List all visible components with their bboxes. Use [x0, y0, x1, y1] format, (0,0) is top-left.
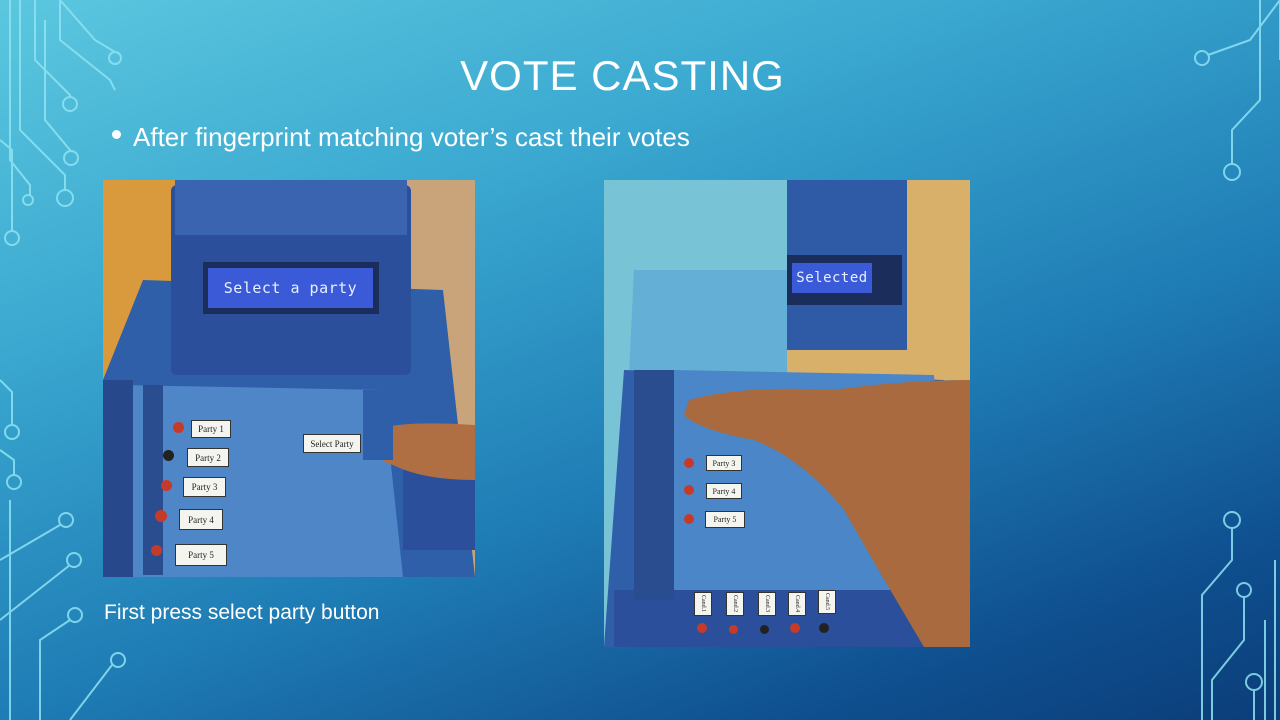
party-label-3: Party 3 — [183, 477, 226, 497]
party-5-button — [151, 545, 162, 556]
party-4-button — [684, 485, 694, 495]
candidate-label-3: Cand.3 — [758, 592, 776, 616]
party-label-5: Party 5 — [705, 511, 745, 528]
photo-caption: First press select party button — [104, 601, 380, 624]
photo-select-party: Select a party Party 1 Party 2 Party 3 P… — [103, 180, 475, 577]
party-3-button — [161, 480, 172, 491]
bullet-item: After fingerprint matching voter’s cast … — [112, 122, 690, 153]
select-party-label: Select Party — [303, 434, 361, 453]
party-label-2: Party 2 — [187, 448, 229, 467]
candidate-label-2: Cand.2 — [726, 592, 744, 616]
candidate-button-4 — [790, 623, 800, 633]
photo-selected: Selected Party 3 Party 4 Party 5 Cand.1 … — [604, 180, 970, 647]
circuit-decoration-right — [1194, 0, 1280, 720]
party-label-3: Party 3 — [706, 455, 742, 471]
candidate-button-1 — [697, 623, 707, 633]
party-3-button — [684, 458, 694, 468]
lcd-display: Select a party — [208, 268, 373, 308]
candidate-label-4: Cand.4 — [788, 592, 806, 616]
candidate-button-3 — [760, 625, 769, 634]
party-label-5: Party 5 — [175, 544, 227, 566]
photo-selected-drawing — [604, 180, 970, 647]
party-4-button — [155, 510, 167, 522]
party-label-1: Party 1 — [191, 420, 231, 438]
bullet-dot-icon — [112, 130, 121, 139]
party-1-button — [173, 422, 184, 433]
party-label-4: Party 4 — [179, 509, 223, 530]
bullet-text: After fingerprint matching voter’s cast … — [133, 122, 690, 152]
party-2-button — [163, 450, 174, 461]
candidate-button-2 — [729, 625, 738, 634]
candidate-label-1: Cand.1 — [694, 592, 712, 616]
candidate-label-5: Cand.5 — [818, 590, 836, 614]
slide-title: VOTE CASTING — [460, 52, 785, 99]
party-5-button — [684, 514, 694, 524]
candidate-button-5 — [819, 623, 829, 633]
party-label-4: Party 4 — [706, 483, 742, 499]
lcd-display: Selected — [792, 263, 872, 293]
